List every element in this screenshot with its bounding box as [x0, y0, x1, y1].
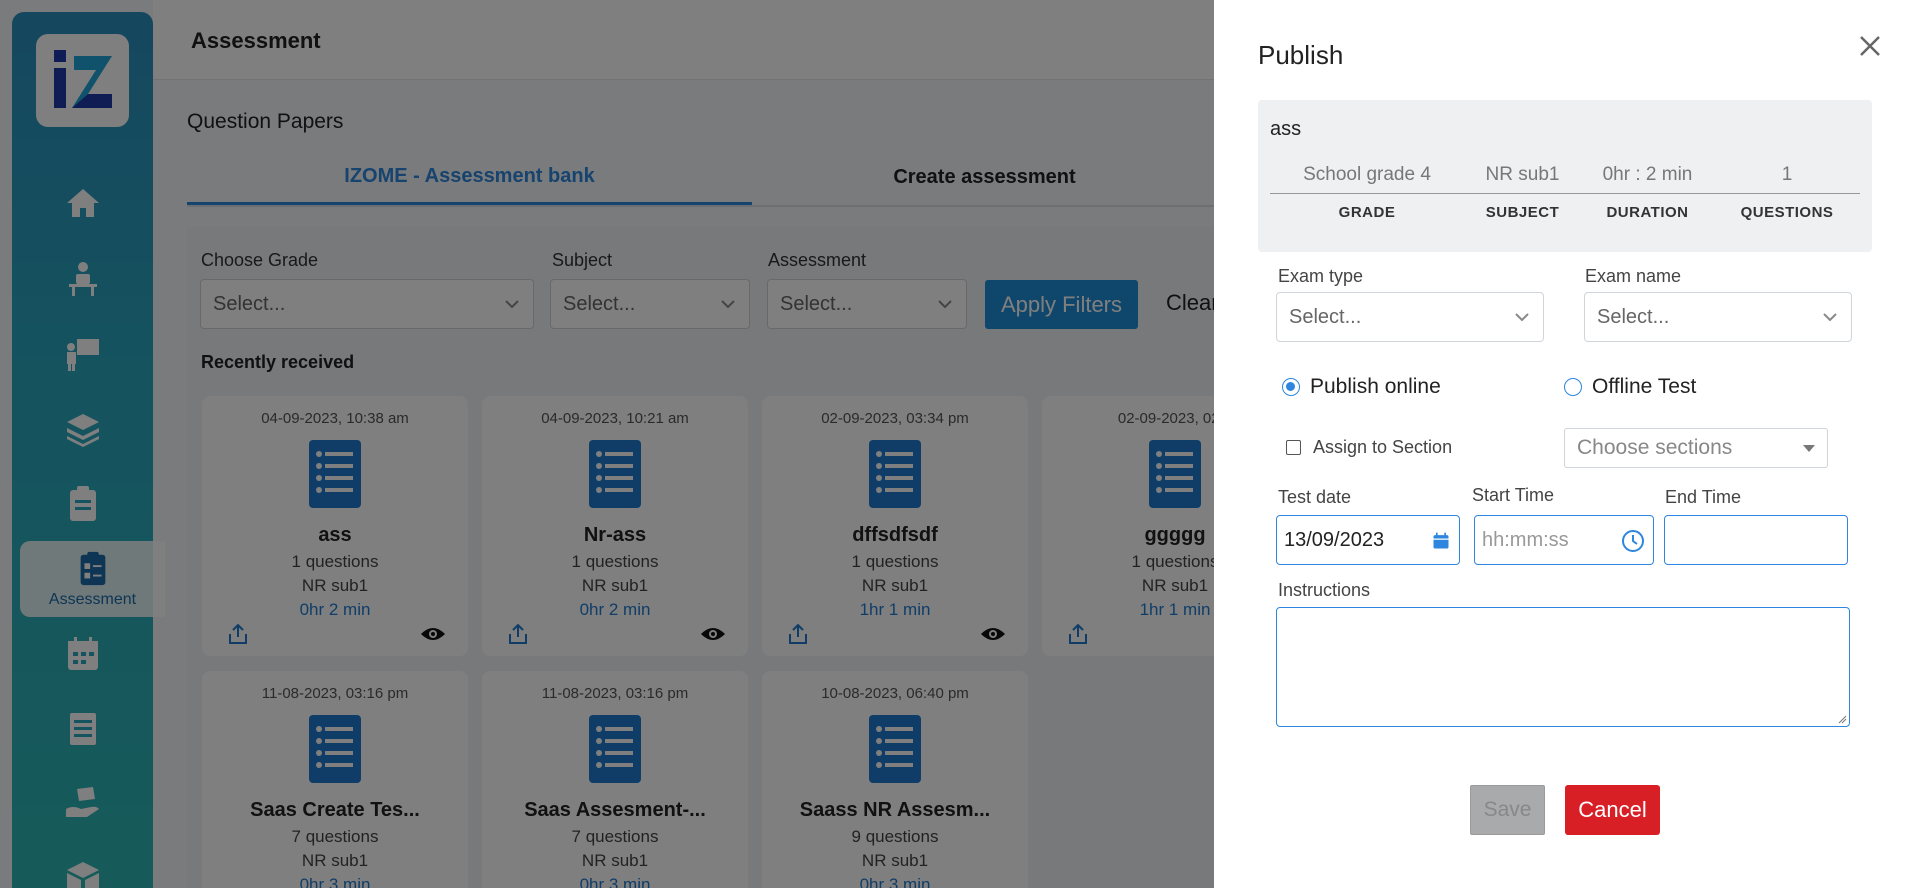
- summary-questions-value: 1: [1781, 164, 1793, 185]
- test-date-label: Test date: [1278, 487, 1352, 507]
- summary-values: School grade 4 NR sub1 0hr : 2 min 1: [1270, 164, 1860, 194]
- chevron-down-icon: [1823, 313, 1837, 322]
- save-button[interactable]: Save: [1470, 785, 1545, 835]
- test-date-input[interactable]: 13/09/2023: [1276, 515, 1460, 565]
- test-date-value: 13/09/2023: [1284, 528, 1385, 551]
- summary-headers: GRADE SUBJECT DURATION QUESTIONS: [1270, 204, 1860, 228]
- end-time-input[interactable]: [1664, 515, 1848, 565]
- summary-grade-value: School grade 4: [1303, 164, 1431, 185]
- chevron-down-icon: [1515, 313, 1529, 322]
- summary-subject-value: NR sub1: [1485, 164, 1560, 185]
- exam-name-value: Select...: [1597, 305, 1670, 328]
- exam-type-label: Exam type: [1278, 266, 1364, 286]
- instructions-label: Instructions: [1278, 580, 1371, 600]
- summary-grade-header: GRADE: [1338, 204, 1396, 221]
- calendar-icon[interactable]: [1431, 531, 1451, 551]
- publish-online-radio[interactable]: Publish online: [1282, 375, 1441, 399]
- summary-name: ass: [1270, 118, 1302, 140]
- start-time-input[interactable]: hh:mm:ss: [1474, 515, 1654, 565]
- publish-modal: Publish ass School grade 4 NR sub1 0hr :…: [1214, 0, 1920, 888]
- offline-test-label: Offline Test: [1592, 375, 1697, 398]
- summary-subject-header: SUBJECT: [1485, 204, 1560, 221]
- cancel-button[interactable]: Cancel: [1565, 785, 1660, 835]
- summary-questions-header: QUESTIONS: [1740, 204, 1834, 221]
- close-icon[interactable]: [1854, 30, 1886, 62]
- summary-duration-value: 0hr : 2 min: [1602, 164, 1693, 185]
- choose-sections-value: Choose sections: [1577, 436, 1733, 459]
- end-time-label: End Time: [1665, 487, 1742, 507]
- exam-type-select[interactable]: Select...: [1276, 292, 1544, 342]
- resize-grip-icon[interactable]: [1837, 714, 1847, 724]
- publish-online-label: Publish online: [1310, 375, 1441, 398]
- checkbox-icon: [1286, 440, 1301, 455]
- radio-unselected-icon: [1564, 378, 1582, 396]
- assessment-summary: ass School grade 4 NR sub1 0hr : 2 min 1…: [1258, 100, 1872, 252]
- start-time-label: Start Time: [1472, 485, 1555, 505]
- radio-selected-icon: [1282, 378, 1300, 396]
- exam-type-value: Select...: [1289, 305, 1362, 328]
- exam-name-select[interactable]: Select...: [1584, 292, 1852, 342]
- instructions-textarea[interactable]: [1276, 607, 1850, 727]
- offline-test-radio[interactable]: Offline Test: [1564, 375, 1696, 399]
- caret-down-icon: [1803, 445, 1815, 452]
- start-time-placeholder: hh:mm:ss: [1482, 528, 1569, 551]
- choose-sections-select[interactable]: Choose sections: [1564, 428, 1828, 468]
- modal-title: Publish: [1258, 40, 1344, 70]
- exam-name-label: Exam name: [1585, 266, 1682, 286]
- summary-duration-header: DURATION: [1606, 204, 1689, 221]
- assign-section-checkbox[interactable]: Assign to Section: [1286, 437, 1452, 458]
- assign-section-label: Assign to Section: [1313, 437, 1453, 457]
- clock-icon[interactable]: [1621, 529, 1645, 553]
